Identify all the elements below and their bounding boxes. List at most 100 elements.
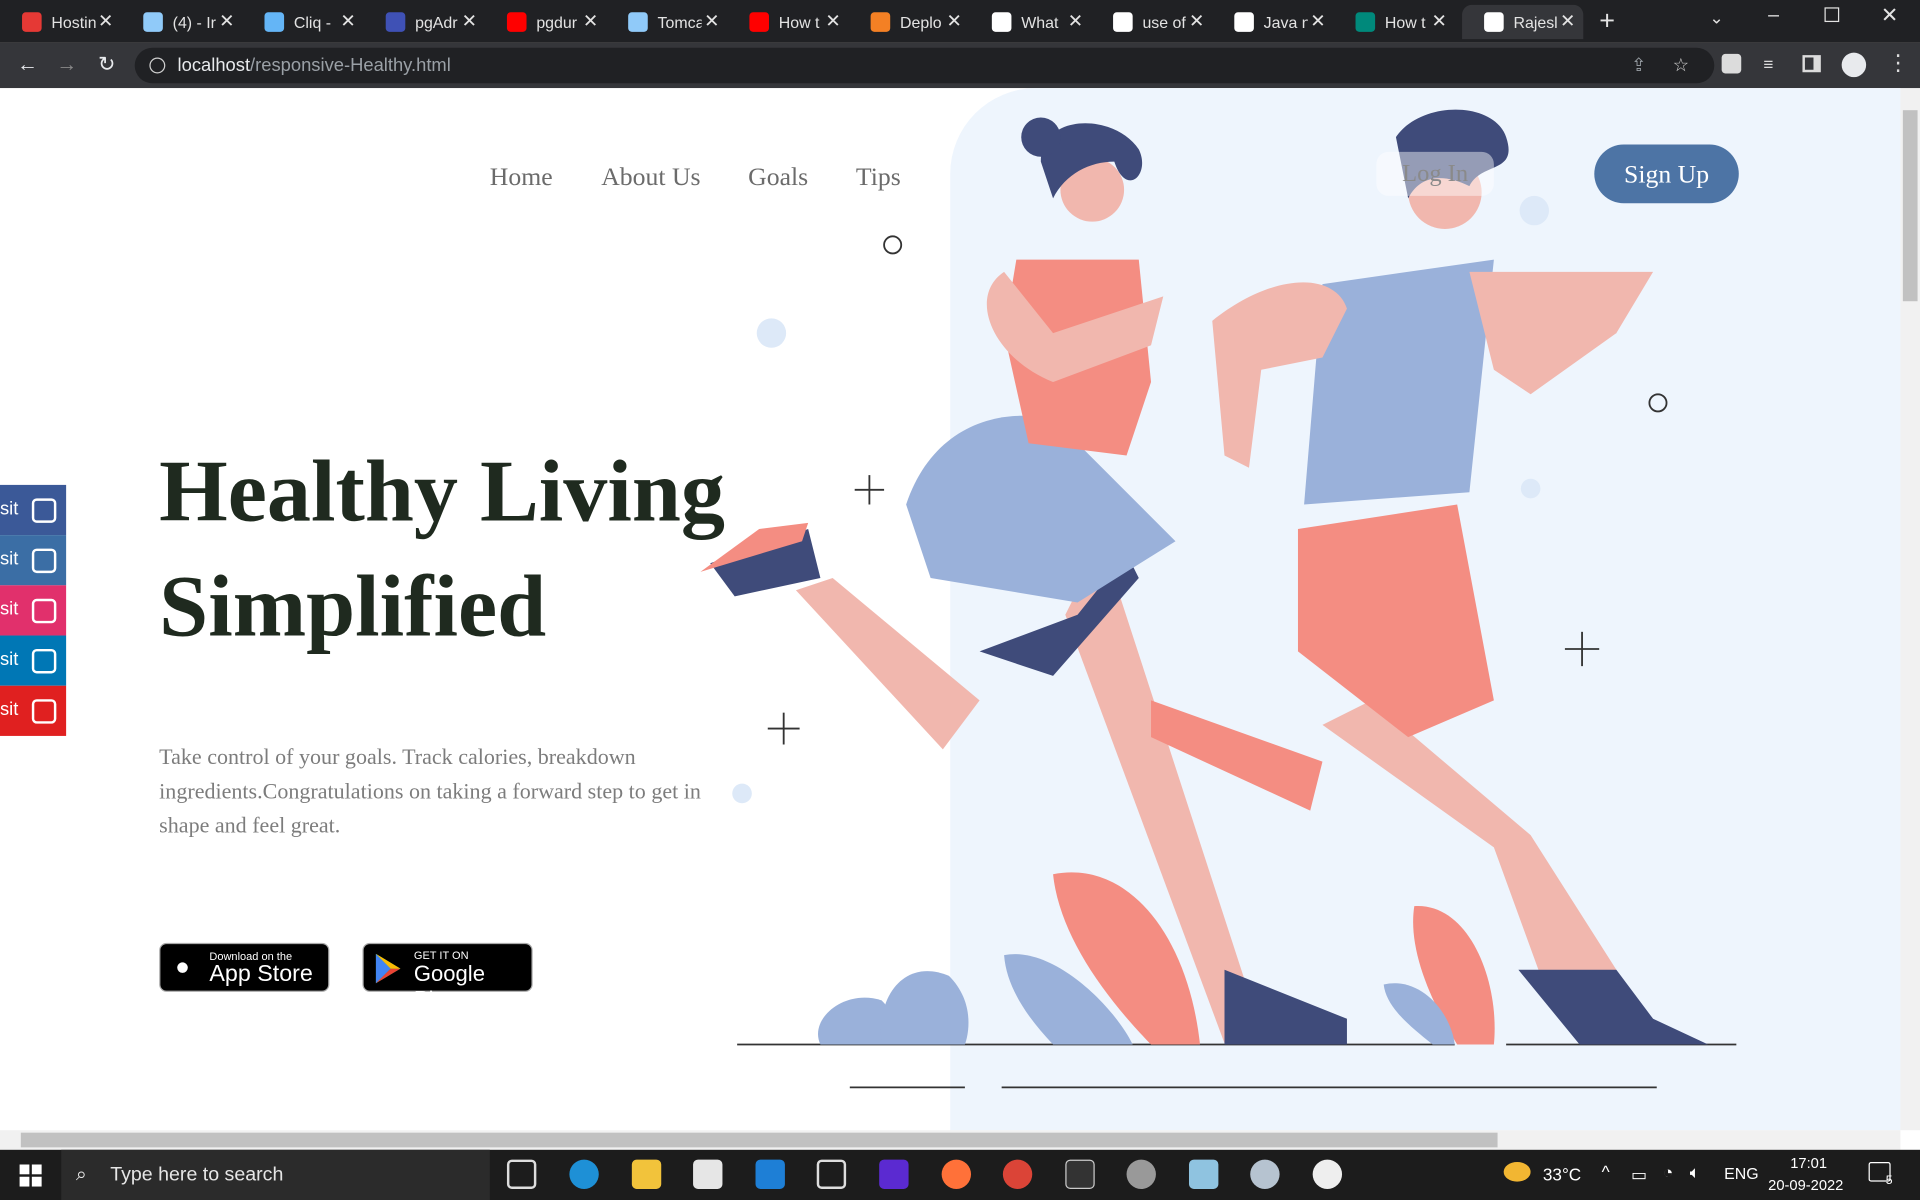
social-link-telegram[interactable]: sit [0, 535, 67, 586]
browser-tab[interactable]: How t ✕ [1333, 5, 1454, 39]
settings-app-icon[interactable] [1250, 1159, 1280, 1189]
tab-close-icon[interactable]: ✕ [947, 10, 962, 32]
intellij-icon[interactable] [879, 1159, 909, 1189]
back-icon[interactable]: ← [17, 53, 38, 77]
browser-tab[interactable]: pgdur ✕ [485, 5, 606, 39]
tab-title: pgdur [536, 12, 578, 32]
browser-menu-icon[interactable]: ⋮ [1887, 50, 1909, 76]
task-view-icon[interactable] [506, 1159, 537, 1189]
app-store-big-text: App Store [209, 961, 313, 987]
new-tab-button[interactable]: + [1599, 5, 1615, 37]
share-icon[interactable]: ⇪ [1631, 48, 1646, 84]
social-label: sit [0, 598, 19, 620]
tab-title: Java n [1263, 12, 1308, 32]
horizontal-scrollbar[interactable] [0, 1130, 1901, 1150]
close-window-button[interactable]: ✕ [1881, 4, 1898, 28]
tab-close-icon[interactable]: ✕ [583, 10, 598, 32]
windows-taskbar: ⌕ Type here to search 33°C ^ ▭ ◔ 🔈︎ ENG … [0, 1149, 1920, 1200]
clock-time[interactable]: 17:01 [1790, 1155, 1827, 1172]
vertical-scrollbar[interactable] [1900, 88, 1920, 1131]
restore-button[interactable] [1824, 7, 1840, 23]
weather-icon[interactable] [1503, 1162, 1531, 1182]
tab-close-icon[interactable]: ✕ [1431, 10, 1446, 32]
hero-title-line2: Simplified [159, 557, 547, 656]
social-link-facebook[interactable]: sit [0, 484, 67, 536]
tab-close-icon[interactable]: ✕ [825, 10, 840, 32]
tab-close-icon[interactable]: ✕ [1068, 10, 1083, 32]
tab-favicon-icon [1355, 12, 1376, 32]
url-path: /responsive-Healthy.html [250, 55, 451, 76]
notification-count[interactable]: 5 [1886, 1174, 1893, 1187]
profile-avatar[interactable] [1841, 52, 1867, 78]
media-control-icon[interactable]: ≡ [1763, 54, 1773, 74]
bookmark-star-icon[interactable]: ☆ [1673, 48, 1689, 84]
mail-icon[interactable] [755, 1159, 785, 1189]
language-indicator[interactable]: ENG [1724, 1164, 1758, 1182]
address-bar[interactable]: localhost/responsive-Healthy.html ⇪ ☆ [134, 47, 1715, 84]
browser-tab[interactable]: Deplo ✕ [849, 5, 970, 39]
nav-tips[interactable]: Tips [856, 162, 901, 193]
wifi-icon[interactable]: ◔ [1663, 1162, 1673, 1182]
minimize-button[interactable]: – [1768, 5, 1779, 27]
hero-description: Take control of your goals. Track calori… [159, 744, 701, 838]
firefox-icon[interactable] [941, 1159, 972, 1189]
vscode-icon[interactable] [816, 1159, 847, 1189]
nav-goals[interactable]: Goals [748, 162, 808, 193]
volume-icon[interactable]: 🔈︎ [1690, 1162, 1700, 1183]
terminal-icon[interactable] [1065, 1159, 1095, 1189]
show-hidden-icons[interactable]: ^ [1602, 1162, 1610, 1182]
tab-title: Tomca [657, 12, 702, 32]
taskbar-search-box[interactable]: ⌕ Type here to search [61, 1149, 490, 1200]
google-play-icon [375, 953, 401, 984]
login-button[interactable]: Log In [1376, 151, 1494, 196]
app-gear-icon[interactable] [1126, 1159, 1156, 1189]
tab-close-icon[interactable]: ✕ [462, 10, 477, 32]
tab-favicon-icon [1234, 12, 1254, 32]
browser-tab[interactable]: Rajesl ✕ [1462, 4, 1584, 40]
browser-tab[interactable]: What ✕ [970, 5, 1091, 39]
tab-search-icon[interactable]: ⌄ [1709, 7, 1723, 28]
chrome-icon[interactable] [1002, 1159, 1033, 1189]
reload-icon[interactable]: ↻ [98, 53, 115, 77]
signup-button[interactable]: Sign Up [1594, 144, 1739, 204]
nav-about-us[interactable]: About Us [601, 162, 700, 193]
horizontal-scroll-thumb[interactable] [20, 1132, 1498, 1148]
file-explorer-icon[interactable] [631, 1159, 662, 1189]
extensions-icon[interactable] [1721, 53, 1742, 74]
notepad-icon[interactable] [1188, 1159, 1219, 1189]
tab-close-icon[interactable]: ✕ [1560, 10, 1575, 32]
tab-close-icon[interactable]: ✕ [340, 10, 355, 32]
settings-icon[interactable] [1312, 1159, 1343, 1189]
clock-date[interactable]: 20-09-2022 [1768, 1177, 1843, 1194]
weather-temp[interactable]: 33°C [1543, 1164, 1581, 1184]
tab-close-icon[interactable]: ✕ [98, 10, 113, 32]
side-panel-icon[interactable] [1802, 55, 1821, 73]
browser-tab[interactable]: Java n ✕ [1212, 5, 1333, 39]
tab-close-icon[interactable]: ✕ [1310, 10, 1325, 32]
info-icon[interactable] [149, 57, 166, 74]
tab-close-icon[interactable]: ✕ [219, 10, 234, 32]
tab-close-icon[interactable]: ✕ [704, 10, 719, 32]
browser-tab[interactable]: (4) - Ir ✕ [121, 5, 242, 39]
google-play-button[interactable]: GET IT ON Google Play [362, 942, 533, 1011]
browser-tab[interactable]: Cliq - ✕ [242, 5, 363, 39]
windows-start-icon[interactable] [19, 1164, 42, 1187]
tab-favicon-icon [991, 12, 1012, 32]
browser-tab[interactable]: pgAdr ✕ [364, 5, 485, 39]
social-link-youtube[interactable]: sit [0, 685, 67, 736]
tab-title: Rajesl [1513, 12, 1558, 32]
vertical-scroll-thumb[interactable] [1902, 110, 1918, 302]
browser-tab[interactable]: Tomca ✕ [606, 5, 727, 39]
nav-home[interactable]: Home [490, 162, 553, 193]
edge-icon[interactable] [569, 1159, 599, 1189]
browser-tab[interactable]: Hostin ✕ [0, 5, 121, 39]
browser-tab[interactable]: use of ✕ [1091, 5, 1212, 39]
tab-close-icon[interactable]: ✕ [1189, 10, 1204, 32]
browser-tab[interactable]: How t ✕ [727, 5, 848, 39]
social-link-instagram[interactable]: sit [0, 585, 67, 636]
app-store-button[interactable]: ● Download on the App Store [159, 942, 330, 992]
store-icon[interactable] [693, 1159, 723, 1189]
forward-icon[interactable]: → [56, 53, 77, 77]
battery-icon[interactable]: ▭ [1631, 1164, 1647, 1185]
social-link-linkedin[interactable]: sit [0, 635, 67, 686]
